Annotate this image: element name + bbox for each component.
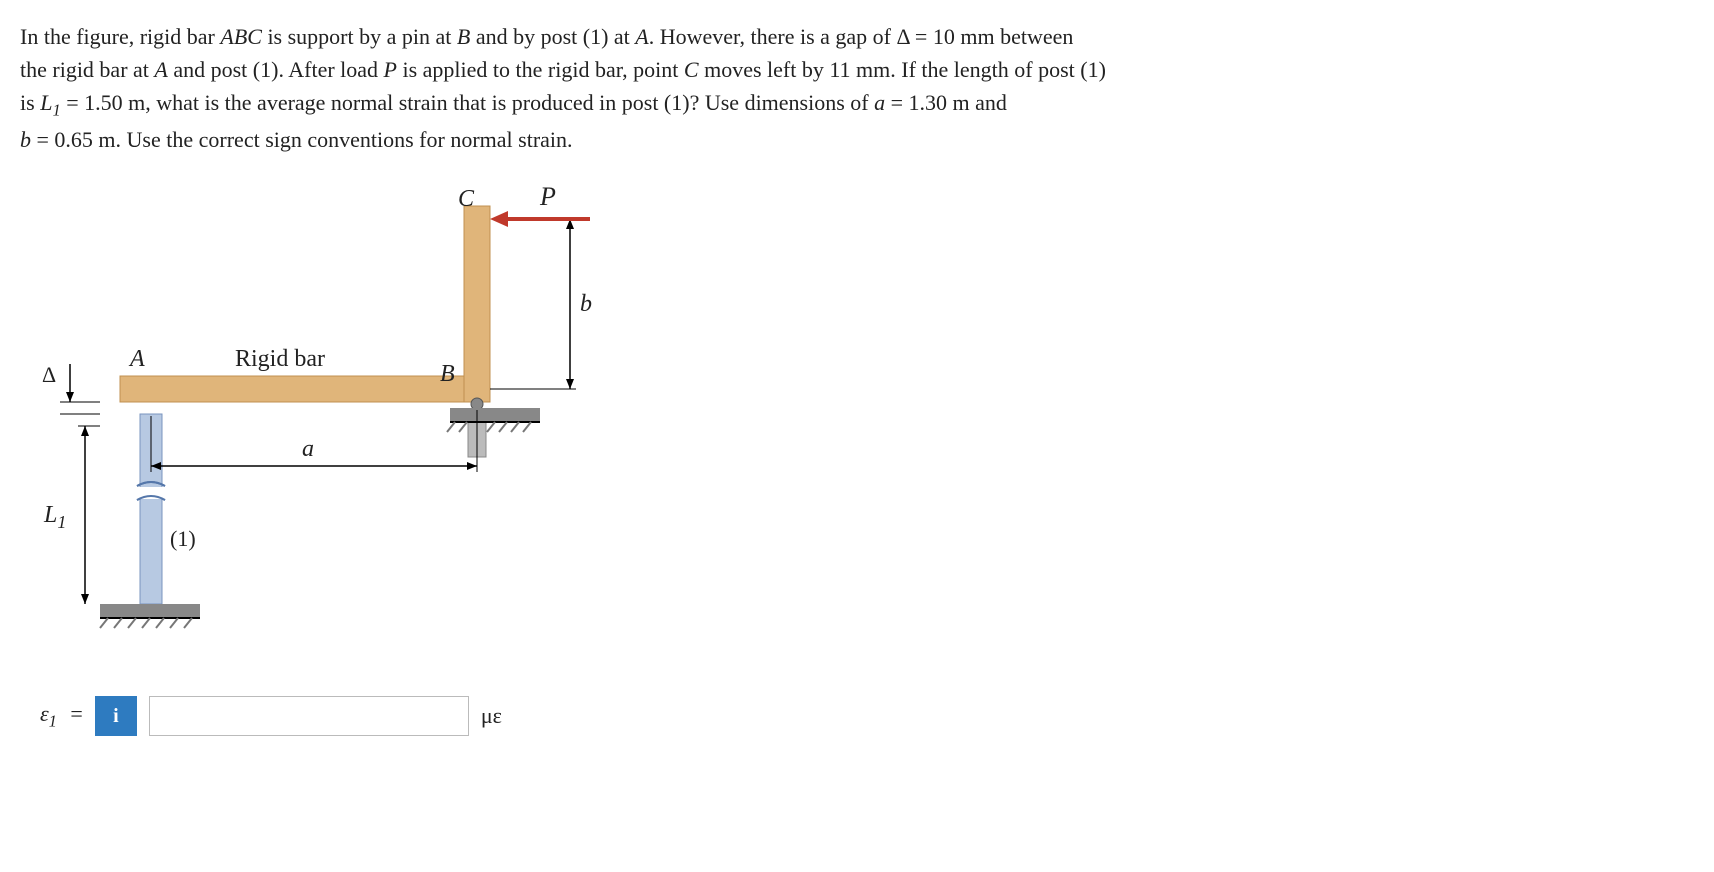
text: the rigid bar at xyxy=(20,57,154,82)
problem-statement: In the figure, rigid bar ABC is support … xyxy=(20,20,1694,156)
L1-value: 1.50 m xyxy=(84,90,145,115)
text: is applied to the rigid bar, point xyxy=(397,57,684,82)
label-Delta: Δ xyxy=(42,362,56,388)
figure: C P b A Rigid bar B Δ a L1 (1) xyxy=(30,186,630,666)
strain-input[interactable] xyxy=(149,696,469,736)
var-b: b xyxy=(20,127,31,152)
label-P: P xyxy=(540,182,556,212)
label-L1: L1 xyxy=(44,502,66,533)
label-rigid-bar: Rigid bar xyxy=(235,346,325,373)
var-abc: ABC xyxy=(220,24,262,49)
var-L1-sub: 1 xyxy=(52,100,60,119)
var-a: a xyxy=(874,90,885,115)
answer-row: ε1 = i με xyxy=(40,696,1694,736)
text: is support by a pin at xyxy=(262,24,457,49)
label-C: C xyxy=(458,186,474,213)
figure-svg xyxy=(30,186,630,666)
text: moves left by xyxy=(699,57,830,82)
text: . If the length of post (1) xyxy=(890,57,1106,82)
text: and xyxy=(970,90,1007,115)
a-value: 1.30 m xyxy=(909,90,970,115)
post-base xyxy=(100,604,200,618)
label-post-1: (1) xyxy=(170,526,196,552)
var-A: A xyxy=(635,24,648,49)
text: . However, there is a gap of Δ = xyxy=(649,24,933,49)
text: is xyxy=(20,90,40,115)
text: , what is the average normal strain that… xyxy=(145,90,874,115)
text: . Use the correct sign conventions for n… xyxy=(116,127,573,152)
var-A: A xyxy=(154,57,167,82)
gap-value: 10 mm xyxy=(933,24,995,49)
var-C: C xyxy=(684,57,699,82)
text: and by post (1) at xyxy=(470,24,635,49)
b-value: 0.65 m xyxy=(54,127,115,152)
info-icon: i xyxy=(113,705,119,728)
text: = xyxy=(31,127,54,152)
answer-unit: με xyxy=(481,703,502,729)
rigid-bar-horizontal xyxy=(120,376,490,402)
text: In the figure, rigid bar xyxy=(20,24,220,49)
info-button[interactable]: i xyxy=(95,696,137,736)
var-P: P xyxy=(384,57,397,82)
label-b: b xyxy=(580,291,592,318)
text: = xyxy=(885,90,908,115)
rigid-bar-vertical xyxy=(464,206,490,402)
joint-cover xyxy=(465,376,489,401)
var-L1: L xyxy=(40,90,52,115)
label-A: A xyxy=(130,346,145,373)
text: and post (1). After load xyxy=(168,57,384,82)
text: between xyxy=(995,24,1074,49)
label-B: B xyxy=(440,361,455,388)
support-plate-B xyxy=(450,408,540,422)
text: = xyxy=(61,90,84,115)
var-B: B xyxy=(457,24,470,49)
answer-label: ε1 = xyxy=(40,701,83,731)
move-value: 11 mm xyxy=(829,57,890,82)
label-a: a xyxy=(302,436,314,463)
